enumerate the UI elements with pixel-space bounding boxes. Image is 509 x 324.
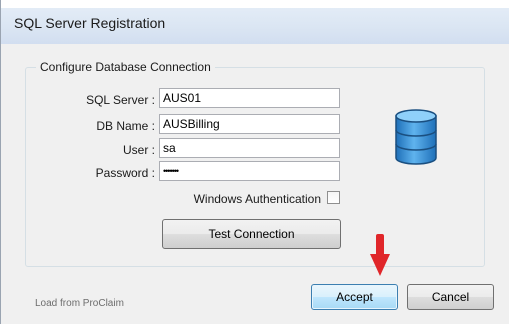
- sql-server-input[interactable]: AUS01: [159, 88, 340, 108]
- password-label: Password :: [95, 166, 155, 180]
- title-bar-top-edge: [1, 0, 509, 8]
- user-label: User :: [122, 143, 155, 157]
- sql-server-registration-dialog: SQL Server Registration Configure Databa…: [0, 0, 509, 324]
- window-title: SQL Server Registration: [14, 15, 166, 31]
- user-input[interactable]: sa: [159, 138, 340, 158]
- title-bar: SQL Server Registration: [1, 0, 509, 44]
- red-arrow-icon: [370, 234, 390, 276]
- db-name-input[interactable]: AUSBilling: [159, 114, 340, 134]
- sql-server-label: SQL Server :: [86, 93, 155, 107]
- password-input[interactable]: •••••••: [159, 161, 340, 181]
- windows-auth-checkbox[interactable]: [327, 191, 340, 204]
- load-from-proclaim-link[interactable]: Load from ProClaim: [35, 298, 124, 309]
- accept-button[interactable]: Accept: [311, 284, 398, 310]
- database-icon: [395, 109, 437, 165]
- db-name-label: DB Name :: [96, 119, 155, 133]
- test-connection-button[interactable]: Test Connection: [162, 219, 341, 249]
- group-legend: Configure Database Connection: [36, 60, 215, 74]
- cancel-button[interactable]: Cancel: [407, 284, 494, 310]
- windows-auth-label: Windows Authentication: [193, 192, 321, 206]
